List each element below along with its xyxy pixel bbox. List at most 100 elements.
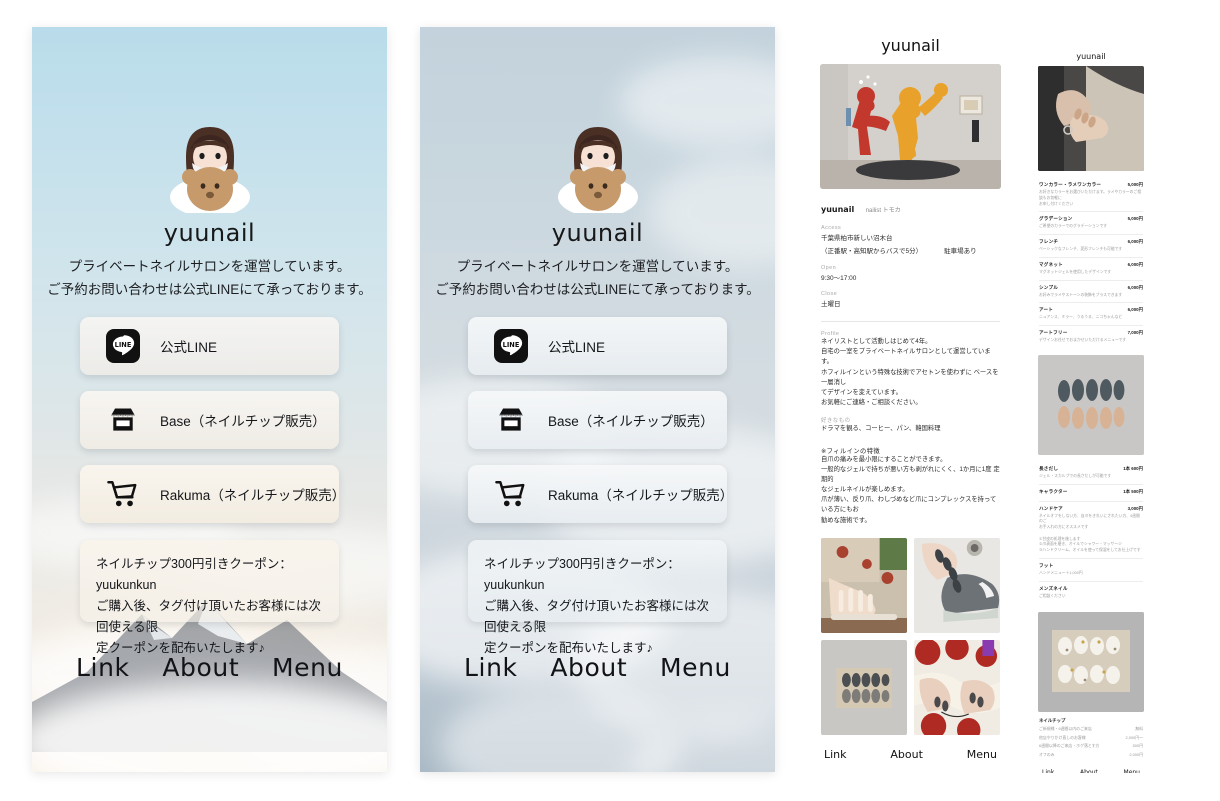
menu-item-price: 3,000円 [1127,505,1143,511]
nav-link-menu[interactable]: Menu [272,653,343,682]
menu-item-price: 7,000円 [1127,330,1143,336]
gallery-image-2[interactable] [914,537,1000,633]
about-parking-note: 駐車場あり [944,247,977,255]
menu-item-price: 1本 500円 [1123,488,1143,494]
link-button-line[interactable]: LINE 公式LINE [80,317,339,375]
link-page-content: yuunail プライベートネイルサロンを運営しています。 ご予約お問い合わせは… [420,27,775,772]
menu-footer-value: 無料 [1135,726,1143,732]
about-page: yuunail yuunail nailist トモカ Access 千葉県柏市… [808,28,1013,773]
about-brand: yuunail [881,36,940,55]
phone-mockup-link-page-warm: yuunail プライベートネイルサロンを運営しています。 ご予約お問い合わせは… [32,27,387,772]
gallery-image-1[interactable] [821,537,907,633]
menu-item-desc: お好みでラメやストーンの装飾をプラスできます [1039,292,1123,297]
about-feature-line: 一般的なジェルで持ちが悪い方も剥がれにくく、1か月に1度 定期的 [821,465,1000,483]
link-page-content: yuunail プライベートネイルサロンを運営しています。 ご予約お問い合わせは… [32,27,387,772]
about-field-key: Close [821,291,838,298]
nav-link-about[interactable]: About [890,748,923,761]
link-button-base[interactable]: Base（ネイルチップ販売） [468,391,727,449]
menu-footer-row: 他店やりかけ直しのお客様 2,000円〜 [1039,735,1143,741]
menu-item-desc: ベーシックなフレンチ、変形フレンチも可能です [1039,247,1123,252]
gallery-image-3[interactable] [821,639,907,735]
page-lead: プライベートネイルサロンを運営しています。 ご予約お問い合わせは公式LINEにて… [435,259,760,298]
store-icon [106,403,140,437]
nav-link-menu[interactable]: Menu [967,748,997,761]
menu-item-row: アート 6,000円 ニュアンス、ミラー、うるうる、ニコちゃんなど [1039,303,1143,327]
menu-item-name: アート [1039,307,1054,313]
store-icon [494,403,528,437]
menu-brand: yuunail [1076,52,1106,61]
gallery-image-4[interactable] [914,639,1000,735]
coupon-card: ネイルチップ300円引きクーポン：yuukunkun ご購入後、タグ付け頂いたお… [80,540,339,655]
menu-item-row: 長さだし 1本 600円 ジェル・スカルプでの長さだしが可能です [1039,462,1143,485]
link-button-rakuma[interactable]: Rakuma（ネイルチップ販売） [468,465,734,523]
menu-footer-label: 6週間以降のご来店・ホゲ落とす方 [1039,743,1100,749]
menu-item-name: ワンカラー・ラメワンカラー [1039,182,1102,187]
page-title: yuunail [551,219,644,247]
nav-link-link[interactable]: Link [824,748,847,761]
link-button-line[interactable]: LINE 公式LINE [468,317,727,375]
about-field-key: Open [821,264,837,271]
menu-item-name: グラデーション [1039,216,1073,222]
menu-item-row: グラデーション 5,000円 ご希望のカラーでのグラデーションです [1039,212,1143,236]
menu-item-name: シンプル [1039,284,1059,290]
menu-item-price: 5,000円 [1127,182,1143,187]
about-access-note: （正番駅・高知駅からバスで5分） [821,247,923,255]
menu-photo-nail-tips [1038,354,1144,455]
menu-item-desc: ニュアンス、ミラー、うるうる、ニコちゃんなど [1039,315,1123,320]
menu-item-desc: お好きなカラーをお選びいただけます。ラメやカラーのご相談もお気軽に お申し付けく… [1039,190,1142,206]
avatar [169,127,250,213]
menu-footer-label: ご新規様・6週間以内のご来店 [1039,726,1092,732]
menu-item-row: ワンカラー・ラメワンカラー 5,000円 お好きなカラーをお選びいただけます。ラメ… [1039,178,1143,213]
nav-link-link[interactable]: Link [1042,769,1054,773]
link-button-label: 公式LINE [160,340,218,355]
link-button-label: 公式LINE [548,340,606,355]
menu-item-row: フット ハンドメニュー＋1,000円 [1039,559,1143,582]
about-feature-key: ※フィルインの特徴 [821,447,881,455]
line-icon: LINE [106,329,140,363]
about-likes-key: 好きなもの [821,418,851,425]
nav-link-menu[interactable]: Menu [660,653,731,682]
menu-item-desc: ご希望のカラーでのグラデーションです [1039,224,1108,229]
link-button-rakuma[interactable]: Rakuma（ネイルチップ販売） [80,465,346,523]
nav-link-about[interactable]: About [1080,769,1098,773]
bottom-nav: Link About Menu [32,653,387,682]
about-profile: Profile ネイリストとして活動しはじめて4年。 自宅の一室をプライベートネ… [808,322,1013,526]
bottom-nav: Link About Menu [420,653,775,682]
menu-item-name: フット [1039,563,1054,569]
menu-item-list-2: 長さだし 1本 600円 ジェル・スカルプでの長さだしが可能です キャラクター 1本… [1031,455,1151,604]
about-feature-line: なジェルネイルが楽しめます。 [821,486,909,494]
about-likes-value: ドラマを観る、コーヒー、パン、韓国料理 [821,425,941,433]
link-button-base[interactable]: Base（ネイルチップ販売） [80,391,339,449]
link-button-label: Base（ネイルチップ販売） [160,414,326,429]
nav-link-link[interactable]: Link [464,653,518,682]
about-field-value: 千葉県柏市新しい沼木台 [821,235,893,242]
about-field-value: 9:30〜17:00 [821,274,857,282]
menu-item-desc: マグネットジェルを使用したデザインです [1039,269,1112,274]
about-meta: yuunail nailist トモカ Access 千葉県柏市新しい沼木台 （… [808,189,1013,310]
link-button-label: Rakuma（ネイルチップ販売） [548,488,734,503]
menu-item-price: 6,000円 [1127,284,1143,290]
menu-footer-row: 6週間以降のご来店・ホゲ落とす方 500円 [1039,743,1143,749]
about-feature-line: 自爪の痛みを最小限にすることができます。 [821,455,947,463]
menu-footer-row: ご新規様・6週間以内のご来店 無料 [1039,726,1143,732]
menu-item-name: マグネット [1039,261,1063,267]
link-button-label: Rakuma（ネイルチップ販売） [160,488,346,503]
nav-link-menu[interactable]: Menu [1124,769,1140,773]
menu-item-row: シンプル 6,000円 お好みでラメやストーンの装飾をプラスできます [1039,281,1143,304]
page-title: yuunail [163,219,256,247]
menu-item-row: キャラクター 1本 500円 [1039,485,1143,502]
menu-bottom-nav: Link About Menu [1031,758,1151,773]
menu-item-row: ハンドケア 3,000円 ネイルオフをしない方、自爪をきれいにされたい方、4週間の… [1039,502,1143,560]
about-hero-image [820,64,1001,189]
menu-item-desc: デザインお任せでおまかせいただけるメニューです [1039,338,1127,343]
svg-text:LINE: LINE [503,341,520,349]
menu-item-name: 長さだし [1039,465,1059,471]
nav-link-link[interactable]: Link [76,653,130,682]
menu-item-price: 6,000円 [1127,239,1143,245]
menu-item-desc: ネイルオフをしない方、自爪をきれいにされたい方、4週間のご お手入れの方にオスス… [1039,513,1141,553]
menu-footer-title: ネイルチップ [1039,717,1066,723]
about-field-value-2: （正番駅・高知駅からバスで5分） 駐車場あり [821,247,1000,257]
about-feature-line: 爪が薄い、反り爪、わしづめなど爪にコンプレックスを持っている方にもお [821,496,997,514]
nav-link-about[interactable]: About [162,653,239,682]
nav-link-about[interactable]: About [550,653,627,682]
